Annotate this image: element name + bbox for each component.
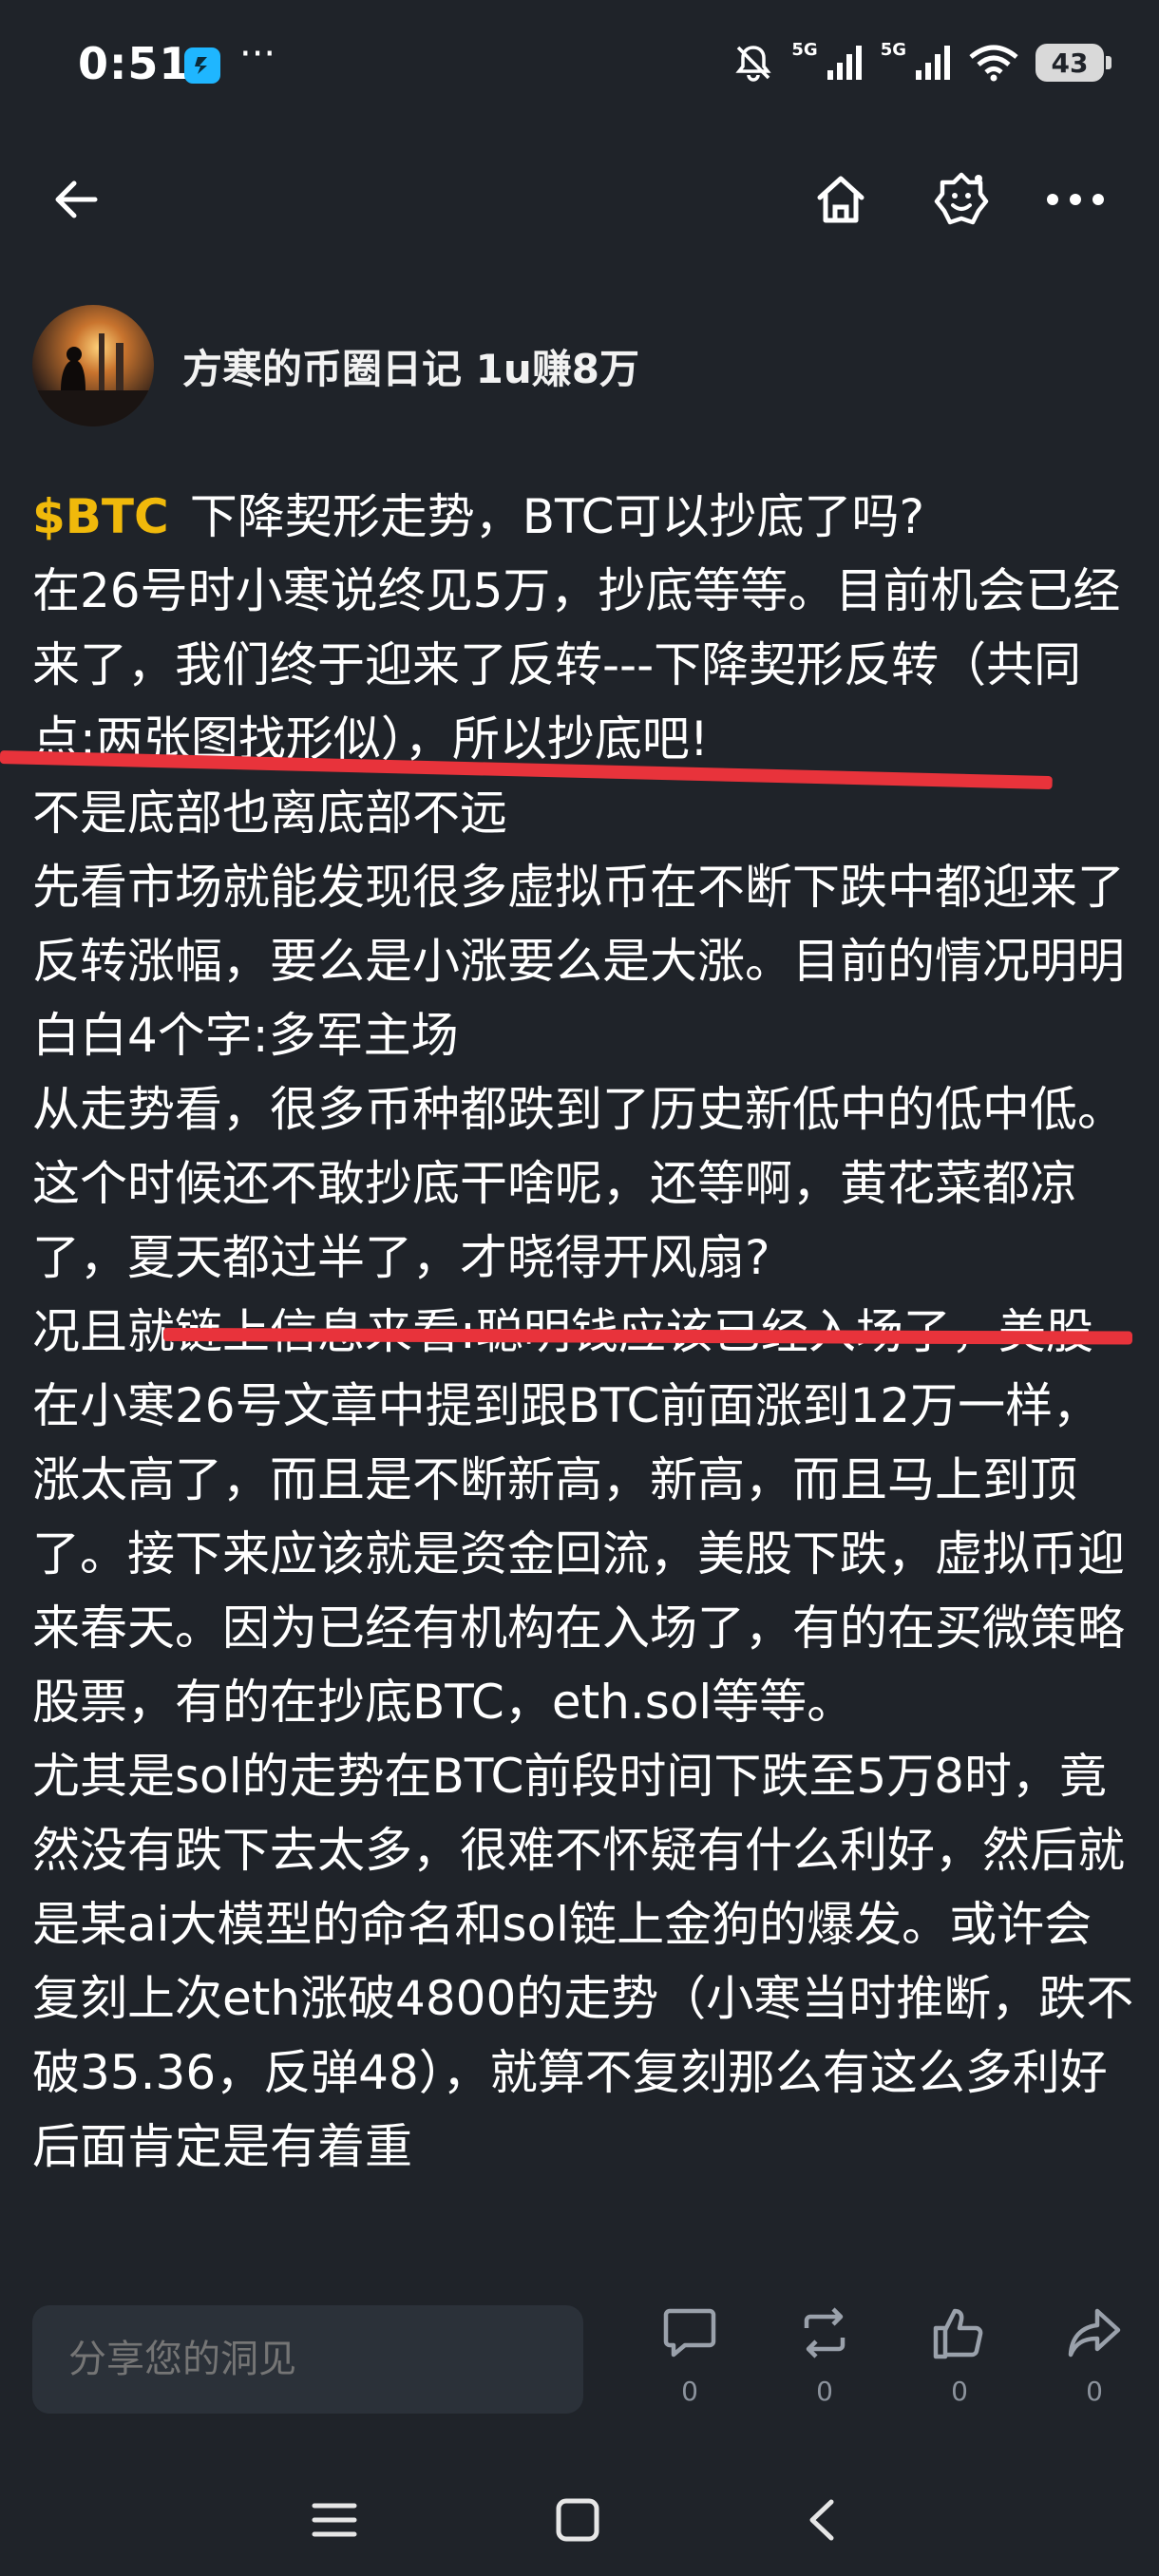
more-options-button[interactable] [1037,161,1113,237]
post-paragraph: 况且就链上信息来看:聪明钱应该已经入场了，美股在小寒26号文章中提到跟BTC前面… [32,1304,1125,1730]
status-overflow: ··· [239,32,276,76]
signal-icon [826,46,862,80]
tip-button[interactable] [923,161,999,237]
comment-action-bar: 0 0 0 0 [0,2275,1159,2455]
app-notification-icon [184,47,220,84]
post-paragraph: 尤其是sol的走势在BTC前段时间下跌至5万8时，竟然没有跌下去太多，很难不怀疑… [32,1749,1134,2174]
avatar[interactable] [32,305,154,426]
top-nav-bar [0,152,1159,247]
repost-button[interactable]: 0 [777,2303,872,2407]
more-dots-icon [1047,194,1104,205]
comment-count: 0 [681,2376,698,2407]
chevron-left-icon [809,2499,834,2541]
signal-icon [916,46,950,80]
post-text: 下降契形走势，BTC可以抄底了吗? [189,489,925,544]
share-count: 0 [1086,2376,1103,2407]
network-label-2: 5G [880,39,906,60]
share-button[interactable]: 0 [1047,2303,1142,2407]
status-time: 0:51 [78,38,191,89]
post-paragraph: 先看市场就能发现很多虚拟币在不断下跌中都迎来了反转涨幅，要么是小涨要么是大涨。目… [32,860,1125,1063]
menu-lines-icon [312,2503,357,2537]
bell-off-icon [735,46,772,82]
home-icon [817,176,864,223]
status-icons: 5G 5G 43 [732,39,1112,84]
share-arrow-icon [1068,2308,1121,2358]
post-paragraph: 在26号时小寒说终见5万，抄底等等。目前机会已经来了，我们终于迎来了反转---下… [32,563,1121,767]
battery-indicator: 43 [1036,44,1112,82]
author-name[interactable]: 方寒的币圈日记 1u赚8万 [182,337,639,395]
smile-tag-icon [934,172,989,225]
author-header[interactable]: 方寒的币圈日记 1u赚8万 [32,304,639,427]
post-paragraph: 从走势看，很多币种都跌到了历史新低中的低中低。这个时候还不敢抄底干啥呢，还等啊，… [32,1082,1125,1285]
post-paragraph: $BTC 下降契形走势，BTC可以抄底了吗? [32,480,1134,554]
recent-apps-button[interactable] [296,2482,372,2558]
square-icon [556,2498,599,2542]
arrow-left-icon [55,180,98,218]
repost-count: 0 [816,2376,833,2407]
comment-icon [663,2308,716,2358]
thumbs-up-icon [933,2308,983,2359]
like-button[interactable]: 0 [912,2303,1007,2407]
like-count: 0 [951,2376,968,2407]
network-label-1: 5G [791,39,818,60]
status-bar: 0:51 ··· 5G 5G 43 [0,0,1159,133]
comment-button[interactable]: 0 [642,2303,737,2407]
cashtag-link[interactable]: $BTC [32,489,169,544]
repost-icon [804,2307,846,2358]
home-system-button[interactable] [540,2482,616,2558]
system-navigation-bar [0,2455,1159,2576]
comment-input[interactable] [32,2305,583,2414]
back-button[interactable] [38,161,114,237]
home-button[interactable] [803,161,879,237]
back-system-button[interactable] [785,2482,861,2558]
wifi-icon [969,45,1018,82]
